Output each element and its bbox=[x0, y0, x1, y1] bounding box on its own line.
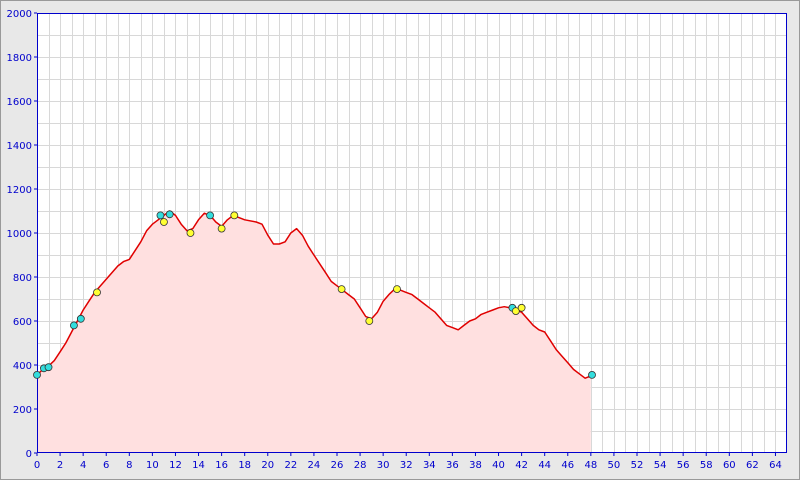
y-tick-label: 800 bbox=[13, 273, 32, 284]
x-tick-label: 30 bbox=[377, 460, 390, 471]
waypoint-marker bbox=[186, 229, 195, 237]
elevation-chart: 0 2 4 6 8 10 12 14 16 18 20 22 24 26 28 30 32 34 36 38 40 42 4… bbox=[0, 0, 800, 480]
waypoint-marker bbox=[206, 211, 214, 220]
y-tick-label: 1600 bbox=[7, 97, 32, 108]
x-tick-label: 48 bbox=[584, 460, 597, 471]
x-tick-label: 40 bbox=[492, 460, 505, 471]
x-tick-label: 60 bbox=[723, 460, 736, 471]
x-tick-label: 56 bbox=[677, 460, 690, 471]
y-tick-label: 1400 bbox=[7, 141, 32, 152]
x-tick-label: 44 bbox=[538, 460, 551, 471]
x-tick-label: 46 bbox=[561, 460, 574, 471]
x-tick-label: 16 bbox=[215, 460, 228, 471]
waypoint-marker bbox=[160, 218, 168, 226]
x-tick-label: 62 bbox=[746, 460, 759, 471]
x-tick-label: 6 bbox=[103, 460, 109, 471]
waypoint-marker bbox=[76, 314, 85, 323]
y-tick-label: 600 bbox=[13, 317, 32, 328]
y-tick-label: 1800 bbox=[7, 53, 32, 64]
waypoint-marker bbox=[44, 363, 53, 372]
x-tick-label: 4 bbox=[80, 460, 86, 471]
waypoint-marker bbox=[156, 211, 165, 220]
x-tick-label: 24 bbox=[308, 460, 321, 471]
x-tick-label: 42 bbox=[515, 460, 528, 471]
x-tick-label: 58 bbox=[700, 460, 713, 471]
x-tick-label: 50 bbox=[608, 460, 621, 471]
x-tick-label: 38 bbox=[469, 460, 482, 471]
waypoint-marker bbox=[365, 317, 374, 325]
y-tick-label: 1200 bbox=[7, 185, 32, 196]
waypoint-marker bbox=[33, 370, 41, 379]
waypoint-marker bbox=[588, 370, 596, 379]
x-tick-label: 0 bbox=[34, 460, 40, 471]
x-tick-label: 12 bbox=[169, 460, 182, 471]
x-tick-label: 52 bbox=[631, 460, 644, 471]
x-tick-label: 32 bbox=[400, 460, 413, 471]
y-tick-label: 2000 bbox=[7, 9, 32, 20]
x-tick-label: 2 bbox=[57, 460, 63, 471]
x-tick-label: 34 bbox=[423, 460, 436, 471]
waypoint-marker bbox=[393, 285, 401, 294]
waypoint-marker bbox=[517, 303, 526, 312]
x-tick-label: 18 bbox=[238, 460, 251, 471]
y-tick-label: 1000 bbox=[7, 229, 32, 240]
x-tick-label: 20 bbox=[261, 460, 274, 471]
x-tick-label: 28 bbox=[354, 460, 367, 471]
x-tick-label: 14 bbox=[192, 460, 205, 471]
x-tick-label: 22 bbox=[284, 460, 297, 471]
x-tick-label: 8 bbox=[126, 460, 132, 471]
y-tick-label: 400 bbox=[13, 361, 32, 372]
waypoint-marker bbox=[93, 288, 101, 297]
waypoint-marker bbox=[165, 210, 174, 219]
elevation-chart-svg: 0 2 4 6 8 10 12 14 16 18 20 22 24 26 28 30 32 34 36 38 40 42 4… bbox=[0, 0, 800, 480]
x-tick-label: 64 bbox=[769, 460, 782, 471]
x-tick-label: 36 bbox=[446, 460, 459, 471]
x-tick-label: 26 bbox=[331, 460, 344, 471]
waypoint-marker bbox=[230, 211, 239, 220]
x-tick-label: 54 bbox=[654, 460, 667, 471]
waypoint-marker bbox=[217, 224, 226, 233]
waypoint-marker bbox=[337, 285, 346, 294]
waypoint-marker bbox=[70, 321, 78, 330]
y-tick-label: 200 bbox=[13, 405, 32, 416]
x-tick-label: 10 bbox=[146, 460, 159, 471]
y-tick-label: 0 bbox=[26, 449, 32, 460]
